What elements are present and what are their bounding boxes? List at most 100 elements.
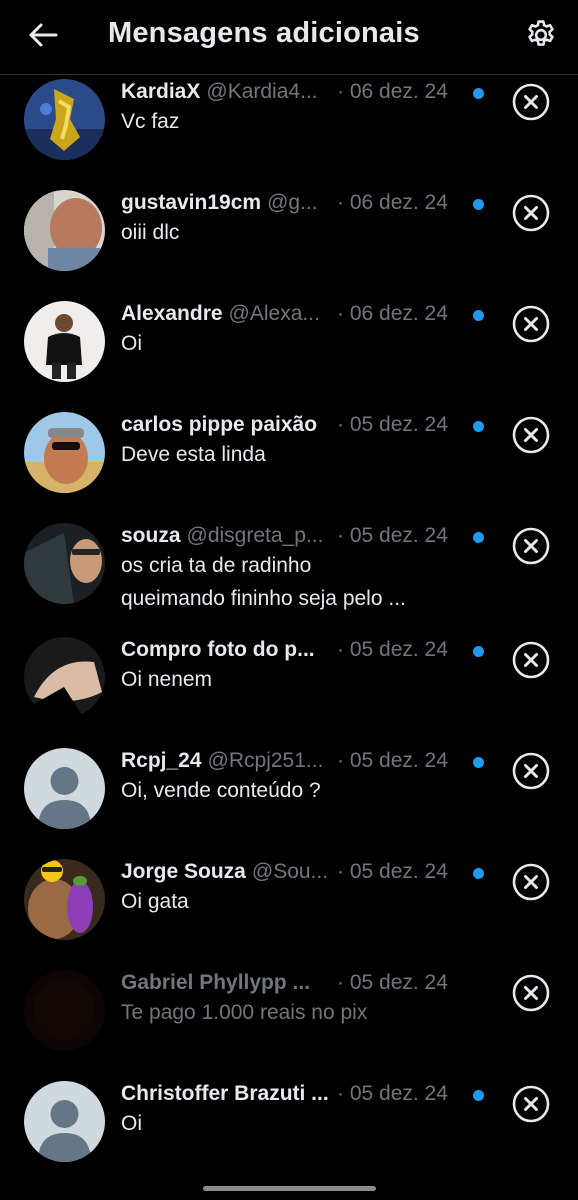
dismiss-button[interactable] <box>510 525 552 567</box>
dismiss-button[interactable] <box>510 414 552 456</box>
sender-handle: @Sou... <box>251 860 329 883</box>
conversation-header: souza @disgreta_p... · 05 dez. 24 <box>121 522 496 552</box>
back-button[interactable] <box>26 18 60 52</box>
sender-name: Jorge Souza @Sou... <box>121 860 329 883</box>
dismiss-button[interactable] <box>510 750 552 792</box>
dismiss-button[interactable] <box>510 1083 552 1125</box>
message-date: · 05 dez. 24 <box>337 860 448 883</box>
dismiss-button[interactable] <box>510 861 552 903</box>
message-date: · 05 dez. 24 <box>337 524 448 547</box>
unread-indicator <box>473 88 484 99</box>
conversation-item[interactable]: Jorge Souza @Sou... · 05 dez. 24 Oi gata <box>0 855 578 966</box>
default-avatar <box>24 748 105 829</box>
avatar <box>24 859 105 940</box>
sender-name: carlos pippe paixão <box>121 413 318 436</box>
close-circle-icon <box>512 305 550 343</box>
conversation-item[interactable]: Alexandre @Alexa... · 06 dez. 24 Oi <box>0 297 578 408</box>
close-circle-icon <box>512 974 550 1012</box>
conversation-item[interactable]: souza @disgreta_p... · 05 dez. 24 os cria… <box>0 519 578 633</box>
message-preview: Oi <box>121 332 142 355</box>
conversation-item[interactable]: Compro foto do p... · 05 dez. 24 Oi nene… <box>0 633 578 744</box>
dismiss-button[interactable] <box>510 639 552 681</box>
conversation-item[interactable]: Christoffer Brazuti ... · 05 dez. 24 Oi <box>0 1077 578 1188</box>
message-preview: oiii dlc <box>121 221 180 244</box>
conversation-header: Gabriel Phyllypp ... · 05 dez. 24 <box>121 969 496 999</box>
conversation-header: Compro foto do p... · 05 dez. 24 <box>121 636 496 666</box>
gear-icon <box>528 20 554 46</box>
message-date: · 06 dez. 24 <box>337 191 448 214</box>
sender-handle: @Kardia4... <box>206 80 318 103</box>
default-profile-icon <box>24 748 105 829</box>
message-preview: Te pago 1.000 reais no pix <box>121 1001 368 1024</box>
conversation-item[interactable]: Gabriel Phyllypp ... · 05 dez. 24 Te pag… <box>0 966 578 1077</box>
message-preview: Oi, vende conteúdo ? <box>121 779 321 802</box>
top-app-bar: Mensagens adicionais <box>0 0 578 75</box>
close-circle-icon <box>512 527 550 565</box>
unread-indicator <box>473 310 484 321</box>
dismiss-button[interactable] <box>510 81 552 123</box>
conversation-item[interactable]: KardiaX @Kardia4... · 06 dez. 24 Vc faz <box>0 75 578 186</box>
sender-handle: @g... <box>267 191 318 214</box>
close-circle-icon <box>512 641 550 679</box>
conversation-header: carlos pippe paixão · 05 dez. 24 <box>121 411 496 441</box>
unread-indicator <box>473 1090 484 1101</box>
conversation-item[interactable]: carlos pippe paixão · 05 dez. 24 Deve es… <box>0 408 578 519</box>
message-date: · 06 dez. 24 <box>337 80 448 103</box>
avatar <box>24 79 105 160</box>
unread-indicator <box>473 757 484 768</box>
sender-handle: @disgreta_p... <box>186 524 324 547</box>
message-date: · 05 dez. 24 <box>337 413 448 436</box>
message-preview: Oi gata <box>121 890 189 913</box>
conversation-header: Jorge Souza @Sou... · 05 dez. 24 <box>121 858 496 888</box>
settings-button[interactable] <box>522 16 560 54</box>
unread-indicator <box>473 199 484 210</box>
conversation-header: Christoffer Brazuti ... · 05 dez. 24 <box>121 1080 496 1110</box>
conversation-header: KardiaX @Kardia4... · 06 dez. 24 <box>121 78 496 108</box>
home-indicator[interactable] <box>203 1186 376 1191</box>
message-date: · 05 dez. 24 <box>337 749 448 772</box>
dismiss-button[interactable] <box>510 972 552 1014</box>
dismiss-button[interactable] <box>510 303 552 345</box>
default-profile-icon <box>24 1081 105 1162</box>
conversation-item[interactable]: Rcpj_24 @Rcpj251... · 05 dez. 24 Oi, vend… <box>0 744 578 855</box>
message-preview: Vc faz <box>121 110 180 133</box>
close-circle-icon <box>512 416 550 454</box>
message-preview: Oi nenem <box>121 668 213 691</box>
message-date: · 06 dez. 24 <box>337 302 448 325</box>
unread-indicator <box>473 421 484 432</box>
default-avatar <box>24 1081 105 1162</box>
conversation-header: Rcpj_24 @Rcpj251... · 05 dez. 24 <box>121 747 496 777</box>
avatar <box>24 412 105 493</box>
sender-name: Compro foto do p... <box>121 638 315 661</box>
message-date: · 05 dez. 24 <box>337 971 448 994</box>
conversation-header: Alexandre @Alexa... · 06 dez. 24 <box>121 300 496 330</box>
avatar <box>24 190 105 271</box>
message-line: os cria ta de radinho <box>121 554 312 577</box>
unread-indicator <box>473 868 484 879</box>
unread-indicator <box>473 646 484 657</box>
message-line: queimando fininho seja pelo ... <box>121 587 406 610</box>
avatar <box>24 301 105 382</box>
message-date: · 05 dez. 24 <box>337 1082 448 1105</box>
sender-name: KardiaX @Kardia4... <box>121 80 318 103</box>
sender-name: Christoffer Brazuti ... <box>121 1082 329 1105</box>
close-circle-icon <box>512 83 550 121</box>
unread-indicator <box>473 532 484 543</box>
avatar <box>24 970 105 1051</box>
avatar <box>24 637 105 718</box>
conversation-item[interactable]: gustavin19cm @g... · 06 dez. 24 oiii dlc <box>0 186 578 297</box>
message-preview: os cria ta de radinho queimando fininho … <box>121 549 491 615</box>
sender-name: Gabriel Phyllypp ... <box>121 971 311 994</box>
sender-handle: @Rcpj251... <box>207 749 324 772</box>
message-request-list: KardiaX @Kardia4... · 06 dez. 24 Vc faz g… <box>0 75 578 1188</box>
message-date: · 05 dez. 24 <box>337 638 448 661</box>
dismiss-button[interactable] <box>510 192 552 234</box>
avatar <box>24 523 105 604</box>
sender-name: Alexandre @Alexa... <box>121 302 320 325</box>
arrow-left-icon <box>29 23 58 47</box>
sender-name: souza @disgreta_p... <box>121 524 324 547</box>
conversation-header: gustavin19cm @g... · 06 dez. 24 <box>121 189 496 219</box>
sender-name: Rcpj_24 @Rcpj251... <box>121 749 324 772</box>
message-preview: Oi <box>121 1112 142 1135</box>
sender-handle: @Alexa... <box>228 302 320 325</box>
